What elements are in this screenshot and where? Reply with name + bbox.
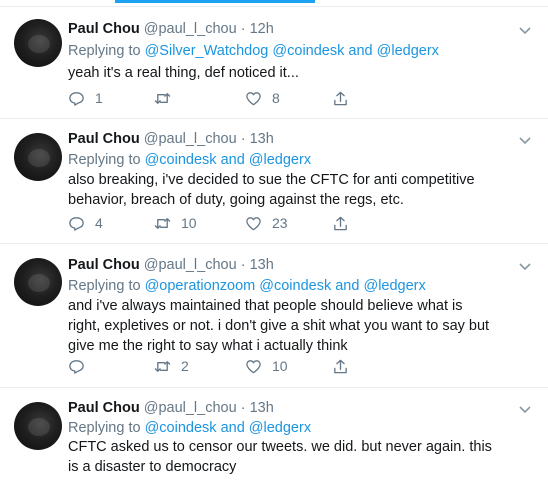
heart-icon: [246, 216, 261, 230]
chevron-down-icon[interactable]: [518, 23, 532, 37]
tweet-text: and i've always maintained that people s…: [68, 298, 490, 354]
tweet[interactable]: Paul Chou @paul_l_chou · 13h Replying to…: [0, 244, 548, 388]
chevron-down-icon[interactable]: [518, 259, 532, 273]
separator-dot: ·: [240, 400, 246, 416]
mention-joiner[interactable]: and: [335, 278, 359, 294]
chevron-down-icon[interactable]: [518, 402, 532, 416]
author-name[interactable]: Paul Chou: [68, 21, 140, 37]
share-button[interactable]: [332, 88, 349, 108]
separator-dot: ·: [240, 131, 246, 147]
tweet[interactable]: Paul Chou @paul_l_chou · 13h Replying to…: [0, 119, 548, 244]
replying-prefix: Replying to: [68, 420, 141, 436]
tweet-text: CFTC asked us to censor our tweets. we d…: [68, 439, 492, 475]
replying-prefix: Replying to: [68, 152, 141, 168]
avatar[interactable]: [14, 133, 62, 181]
replying-to: Replying to @Silver_Watchdog @coindesk a…: [68, 41, 439, 61]
retweet-count: 10: [181, 215, 197, 231]
tweet-header: Paul Chou @paul_l_chou · 13h: [68, 129, 274, 149]
retweet-button[interactable]: [154, 88, 181, 108]
like-count: 10: [272, 358, 288, 374]
mention-link[interactable]: @coindesk: [259, 278, 331, 294]
heart-icon: [246, 91, 261, 105]
like-button[interactable]: 8: [245, 88, 280, 108]
author-name[interactable]: Paul Chou: [68, 400, 140, 416]
tweet-header: Paul Chou @paul_l_chou · 12h: [68, 19, 274, 39]
timestamp[interactable]: 13h: [250, 400, 274, 416]
mention-joiner[interactable]: and: [348, 43, 372, 59]
tweet-text: yeah it's a real thing, def noticed it..…: [68, 65, 299, 81]
separator-dot: ·: [240, 21, 246, 37]
reply-button[interactable]: [68, 356, 95, 376]
author-handle[interactable]: @paul_l_chou: [144, 400, 237, 416]
tweet-header: Paul Chou @paul_l_chou · 13h: [68, 255, 274, 275]
share-icon: [334, 359, 347, 373]
reply-icon: [69, 91, 84, 106]
mention-link[interactable]: @Silver_Watchdog: [145, 43, 269, 59]
mention-link[interactable]: @ledgerx: [377, 43, 439, 59]
share-icon: [334, 216, 347, 230]
reply-button[interactable]: 4: [68, 213, 103, 233]
mention-link[interactable]: @coindesk: [145, 420, 217, 436]
chevron-down-icon[interactable]: [518, 133, 532, 147]
mention-link[interactable]: @operationzoom: [145, 278, 256, 294]
reply-icon: [69, 216, 84, 231]
replying-prefix: Replying to: [68, 43, 141, 59]
avatar[interactable]: [14, 402, 62, 450]
mention-link[interactable]: @ledgerx: [249, 420, 311, 436]
share-button[interactable]: [332, 356, 349, 376]
reply-count: 1: [95, 90, 103, 106]
retweet-button[interactable]: 2: [154, 356, 189, 376]
retweet-icon: [154, 360, 171, 372]
author-name[interactable]: Paul Chou: [68, 257, 140, 273]
author-handle[interactable]: @paul_l_chou: [144, 257, 237, 273]
like-button[interactable]: 23: [245, 213, 288, 233]
heart-icon: [246, 359, 261, 373]
mention-joiner[interactable]: and: [221, 420, 245, 436]
mention-link[interactable]: @coindesk: [272, 43, 344, 59]
avatar[interactable]: [14, 258, 62, 306]
like-count: 8: [272, 90, 280, 106]
reply-count: 4: [95, 215, 103, 231]
timestamp[interactable]: 13h: [250, 131, 274, 147]
timestamp[interactable]: 13h: [250, 257, 274, 273]
tweet-actions: 4 10 23: [68, 213, 368, 233]
mention-link[interactable]: @ledgerx: [363, 278, 425, 294]
tweet-actions: 2 10: [68, 356, 368, 376]
author-handle[interactable]: @paul_l_chou: [144, 21, 237, 37]
share-button[interactable]: [332, 213, 349, 233]
like-count: 23: [272, 215, 288, 231]
replying-prefix: Replying to: [68, 278, 141, 294]
reply-button[interactable]: 1: [68, 88, 103, 108]
tweet-header: Paul Chou @paul_l_chou · 13h: [68, 398, 274, 418]
separator-dot: ·: [240, 257, 246, 273]
author-name[interactable]: Paul Chou: [68, 131, 140, 147]
mention-link[interactable]: @coindesk: [145, 152, 217, 168]
share-icon: [334, 91, 347, 105]
retweet-button[interactable]: 10: [154, 213, 197, 233]
author-handle[interactable]: @paul_l_chou: [144, 131, 237, 147]
tweet-text: also breaking, i've decided to sue the C…: [68, 172, 475, 208]
retweet-icon: [154, 92, 171, 104]
mention-joiner[interactable]: and: [221, 152, 245, 168]
tweet[interactable]: Paul Chou @paul_l_chou · 12h Replying to…: [0, 7, 548, 119]
timestamp[interactable]: 12h: [250, 21, 274, 37]
retweet-count: 2: [181, 358, 189, 374]
replying-to: Replying to @coindesk and @ledgerx: [68, 418, 311, 438]
replying-to: Replying to @coindesk and @ledgerx: [68, 150, 311, 170]
mention-link[interactable]: @ledgerx: [249, 152, 311, 168]
reply-icon: [69, 359, 84, 374]
active-tab-indicator: [115, 0, 315, 3]
avatar[interactable]: [14, 19, 62, 67]
tweet[interactable]: Paul Chou @paul_l_chou · 13h Replying to…: [0, 388, 548, 482]
replying-to: Replying to @operationzoom @coindesk and…: [68, 276, 426, 296]
tweet-actions: 1 8: [68, 88, 368, 108]
like-button[interactable]: 10: [245, 356, 288, 376]
retweet-icon: [154, 217, 171, 229]
